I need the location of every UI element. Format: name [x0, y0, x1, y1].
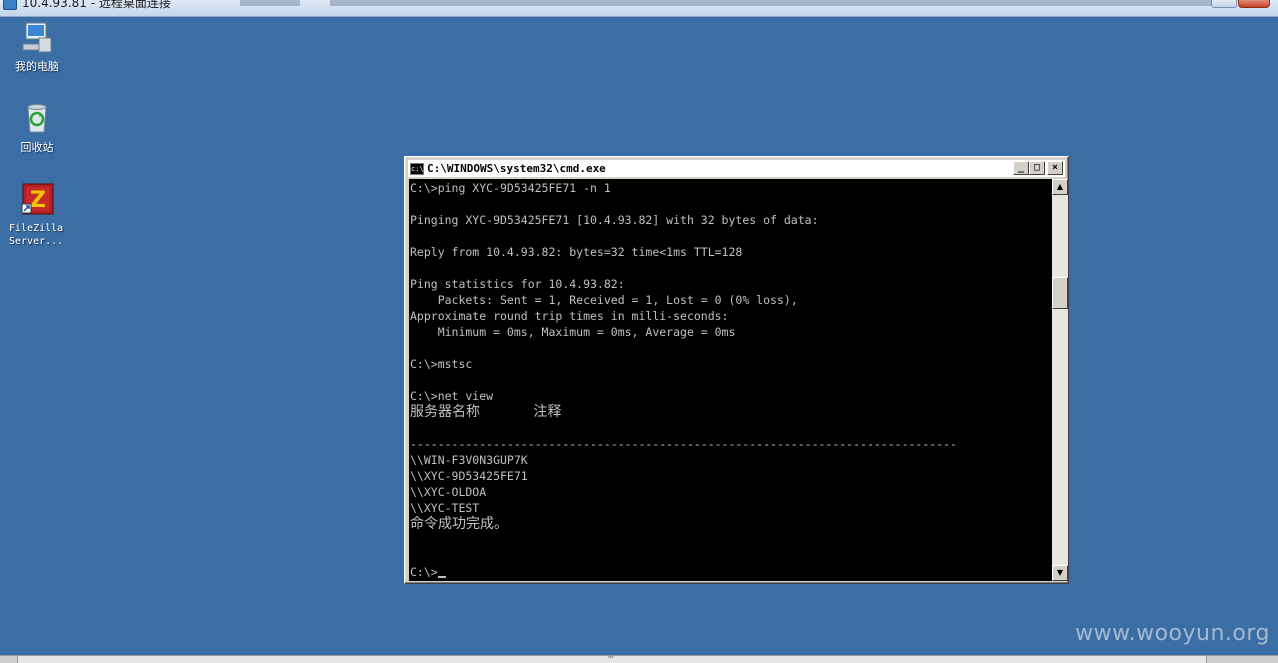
console-line: Packets: Sent = 1, Received = 1, Lost = … [410, 293, 798, 307]
text-cursor [437, 576, 446, 578]
maximize-button[interactable]: □ [1029, 161, 1045, 175]
cmd-window-title: C:\WINDOWS\system32\cmd.exe [427, 162, 606, 175]
rdp-window-title: 10.4.93.81 - 远程桌面连接 [22, 0, 171, 10]
svg-text:Z: Z [30, 188, 46, 213]
title-bar-artifact [330, 0, 1220, 6]
console-line: \\WIN-F3V0N3GUP7K [410, 453, 528, 467]
console-line: Minimum = 0ms, Maximum = 0ms, Average = … [410, 325, 736, 339]
console-line: \\XYC-9D53425FE71 [410, 469, 528, 483]
console-separator: ----------------------------------------… [410, 437, 957, 451]
rdp-maximize-button[interactable] [1211, 0, 1237, 8]
console-line: Reply from 10.4.93.82: bytes=32 time<1ms… [410, 245, 743, 259]
desktop-icon-recycle-bin[interactable]: 回收站 [0, 101, 74, 154]
close-button[interactable]: × [1047, 161, 1063, 175]
console-prompt-line[interactable]: C:\> [410, 564, 1052, 580]
console-line: Ping statistics for 10.4.93.82: [410, 277, 625, 291]
desktop-icon-label: FileZilla Server... [9, 223, 64, 247]
rdp-bottom-scrollbar[interactable]: ''' [0, 655, 1278, 663]
rdp-app-icon [3, 0, 17, 10]
cmd-system-icon[interactable]: c:\ [410, 162, 424, 175]
desktop-icon-my-computer[interactable]: 我的电脑 [0, 20, 74, 73]
scroll-grip: ''' [608, 655, 614, 663]
cmd-title-bar[interactable]: c:\ C:\WINDOWS\system32\cmd.exe _ □ × [408, 160, 1065, 177]
recycle-bin-icon [27, 104, 47, 133]
scroll-left-button[interactable] [0, 656, 18, 663]
console-line: C:\>mstsc [410, 357, 473, 371]
console-line: \\XYC-OLDOA [410, 485, 487, 499]
title-bar-artifact [240, 0, 300, 6]
computer-icon [22, 22, 52, 53]
cmd-window[interactable]: c:\ C:\WINDOWS\system32\cmd.exe _ □ × C:… [404, 156, 1069, 584]
vertical-scrollbar[interactable]: ▲ ▼ [1052, 179, 1068, 581]
console-line: Pinging XYC-9D53425FE71 [10.4.93.82] wit… [410, 213, 819, 227]
console-output[interactable]: C:\>ping XYC-9D53425FE71 -n 1 Pinging XY… [409, 179, 1052, 581]
console-line: 命令成功完成。 [410, 516, 508, 532]
console-line: C:\>ping XYC-9D53425FE71 -n 1 [410, 181, 611, 195]
scrollbar-thumb[interactable] [1052, 277, 1068, 309]
console-prompt: C:\> [410, 565, 438, 579]
console-line: \\XYC-TEST [410, 501, 480, 515]
filezilla-server-icon: Z [21, 183, 54, 215]
scroll-up-arrow-icon[interactable]: ▲ [1052, 179, 1068, 195]
desktop-icon-label: 我的电脑 [15, 60, 59, 73]
desktop-icon-filezilla-server[interactable]: Z FileZilla Server... [0, 182, 74, 248]
desktop-icon-label: 回收站 [20, 141, 54, 154]
watermark: www.wooyun.org [1075, 621, 1270, 646]
scroll-down-arrow-icon[interactable]: ▼ [1052, 565, 1068, 581]
console-line: C:\>net view [410, 389, 494, 403]
minimize-button[interactable]: _ [1013, 161, 1029, 175]
rdp-close-button[interactable] [1238, 0, 1270, 8]
scroll-right-button[interactable] [1206, 656, 1278, 663]
rdp-title-bar[interactable]: 10.4.93.81 - 远程桌面连接 [0, 0, 1278, 17]
console-line: Approximate round trip times in milli-se… [410, 309, 729, 323]
console-line: 服务器名称 注释 [410, 404, 562, 420]
